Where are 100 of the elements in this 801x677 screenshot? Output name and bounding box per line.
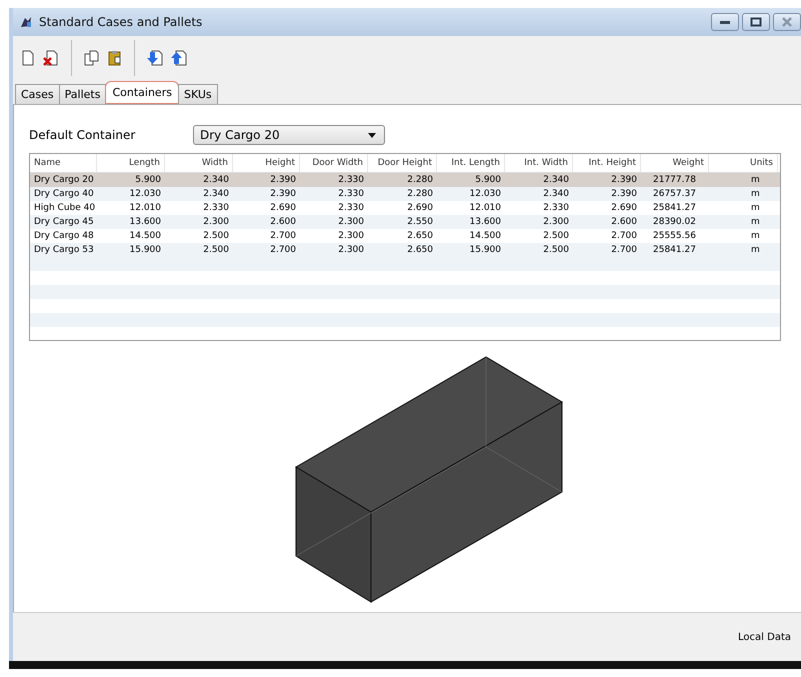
table-cell-text: 25555.56 xyxy=(652,230,697,243)
table-cell-text: 2.700 xyxy=(269,230,297,243)
window-title: Standard Cases and Pallets xyxy=(39,15,202,29)
table-cell-text: 2.390 xyxy=(610,188,638,201)
table-cell-text: 2.690 xyxy=(610,202,638,215)
table-cell-text: 21777.78 xyxy=(652,174,697,187)
table-row[interactable]: High Cube 40 12.010 2.330 2.690 2.330 2.690 12.010 2.330 2.690 25841.27 m xyxy=(30,201,780,215)
table-cell-text: 2.690 xyxy=(269,202,297,215)
table-cell-text: 2.340 xyxy=(202,188,230,201)
table-cell-text: 2.650 xyxy=(406,230,434,243)
table-cell-text: m xyxy=(750,202,761,215)
table-cell-text: m xyxy=(750,244,761,257)
dropdown-arrow-icon xyxy=(368,132,376,138)
table-cell-text: 5.900 xyxy=(474,174,502,187)
maximize-icon xyxy=(750,17,762,27)
table-cell-text: 2.340 xyxy=(542,174,570,187)
table-cell-text: 2.340 xyxy=(542,188,570,201)
column-header[interactable]: Weight xyxy=(641,154,709,172)
table-cell-text: 2.390 xyxy=(269,188,297,201)
table-cell-text: 12.030 xyxy=(468,188,502,201)
table-cell-text: 2.600 xyxy=(610,216,638,229)
column-header[interactable]: Int. Width xyxy=(505,154,573,172)
default-container-dropdown[interactable]: Dry Cargo 20 xyxy=(193,125,385,145)
column-header[interactable]: Door Width xyxy=(300,154,368,172)
tab[interactable]: Pallets xyxy=(58,84,106,104)
table-cell-text: 2.500 xyxy=(202,244,230,257)
close-icon xyxy=(781,17,793,27)
table-cell-text: 2.650 xyxy=(406,244,434,257)
table-cell-text: 2.300 xyxy=(337,244,365,257)
maximize-button[interactable] xyxy=(742,13,770,31)
table-cell-text: Dry Cargo 48 xyxy=(33,230,95,243)
tab[interactable]: Containers xyxy=(105,81,179,104)
table-cell-text: 25841.27 xyxy=(652,202,697,215)
table-cell-text: m xyxy=(750,188,761,201)
table-cell-text: 12.030 xyxy=(128,188,162,201)
table-cell-text: 2.700 xyxy=(610,244,638,257)
table-cell-text: 2.500 xyxy=(542,244,570,257)
table-cell-text: 28390.02 xyxy=(652,216,697,229)
table-row[interactable]: Dry Cargo 48 14.500 2.500 2.700 2.300 2.650 14.500 2.500 2.700 25555.56 m xyxy=(30,229,780,243)
minimize-icon xyxy=(719,19,731,25)
tab[interactable]: Cases xyxy=(15,84,60,104)
table-cell-text: 12.010 xyxy=(128,202,162,215)
table-cell-text: High Cube 40 xyxy=(33,202,96,215)
column-header[interactable]: Int. Height xyxy=(573,154,641,172)
table-cell-text: 2.700 xyxy=(269,244,297,257)
table-cell-text: 2.340 xyxy=(202,174,230,187)
table-cell-text: 13.600 xyxy=(128,216,162,229)
default-container-label: Default Container xyxy=(29,128,136,142)
table-cell-text: 2.330 xyxy=(202,202,230,215)
status-text: Local Data xyxy=(738,632,791,642)
table-cell-text: 2.300 xyxy=(202,216,230,229)
table-cell-text: 2.700 xyxy=(610,230,638,243)
table-cell-text: 15.900 xyxy=(128,244,162,257)
table-cell-text: 2.390 xyxy=(610,174,638,187)
table-cell-text: 2.300 xyxy=(542,216,570,229)
column-header[interactable]: Length xyxy=(97,154,165,172)
column-header[interactable]: Name xyxy=(30,154,97,172)
table-cell-text: 2.280 xyxy=(406,188,434,201)
table-cell-text: 26757.37 xyxy=(652,188,697,201)
table-cell-text: 2.280 xyxy=(406,174,434,187)
table-row[interactable]: Dry Cargo 45 13.600 2.300 2.600 2.300 2.550 13.600 2.300 2.600 28390.02 m xyxy=(30,215,780,229)
column-header[interactable]: Int. Length xyxy=(437,154,505,172)
table-cell-text: Dry Cargo 53 xyxy=(33,244,95,257)
table-cell-text: Dry Cargo 45 xyxy=(33,216,95,229)
table-cell-text: 2.690 xyxy=(406,202,434,215)
import-icon[interactable] xyxy=(145,48,165,68)
column-header[interactable]: Units xyxy=(709,154,778,172)
table-cell-text: 5.900 xyxy=(134,174,162,187)
table-row[interactable]: Dry Cargo 53 15.900 2.500 2.700 2.300 2.650 15.900 2.500 2.700 25841.27 m xyxy=(30,243,780,257)
table-cell-text: m xyxy=(750,174,761,187)
column-header[interactable]: Height xyxy=(233,154,300,172)
table-cell-text: 2.300 xyxy=(337,216,365,229)
column-header[interactable]: Width xyxy=(165,154,233,172)
table-cell-text: m xyxy=(750,216,761,229)
table-cell-text: 2.330 xyxy=(542,202,570,215)
table-cell-text: m xyxy=(750,230,761,243)
table-row[interactable]: Dry Cargo 40 12.030 2.340 2.390 2.330 2.280 12.030 2.340 2.390 26757.37 m xyxy=(30,187,780,201)
table-cell-text: 25841.27 xyxy=(652,244,697,257)
export-icon[interactable] xyxy=(169,48,189,68)
table-cell-text: 14.500 xyxy=(128,230,162,243)
table-cell-text: 14.500 xyxy=(468,230,502,243)
app-icon xyxy=(19,15,33,29)
table-cell-text: 15.900 xyxy=(468,244,502,257)
minimize-button[interactable] xyxy=(711,13,739,31)
table-cell-text: Dry Cargo 20 xyxy=(33,174,95,187)
table-cell-text: 13.600 xyxy=(468,216,502,229)
table-cell-text: 2.500 xyxy=(542,230,570,243)
table-cell-text: 2.550 xyxy=(406,216,434,229)
table-cell-text: 2.300 xyxy=(337,230,365,243)
table-cell-text: 2.330 xyxy=(337,188,365,201)
column-header[interactable]: Door Height xyxy=(368,154,437,172)
table-cell-text: 2.600 xyxy=(269,216,297,229)
table-cell-text: 2.330 xyxy=(337,202,365,215)
table-cell-text: Dry Cargo 40 xyxy=(33,188,95,201)
table-cell-text: 2.330 xyxy=(337,174,365,187)
table-cell-text: 2.390 xyxy=(269,174,297,187)
table-cell-text: 2.500 xyxy=(202,230,230,243)
tab[interactable]: SKUs xyxy=(178,84,218,104)
table-row[interactable]: Dry Cargo 20 5.900 2.340 2.390 2.330 2.280 5.900 2.340 2.390 21777.78 m xyxy=(30,173,780,187)
table-cell-text: 12.010 xyxy=(468,202,502,215)
